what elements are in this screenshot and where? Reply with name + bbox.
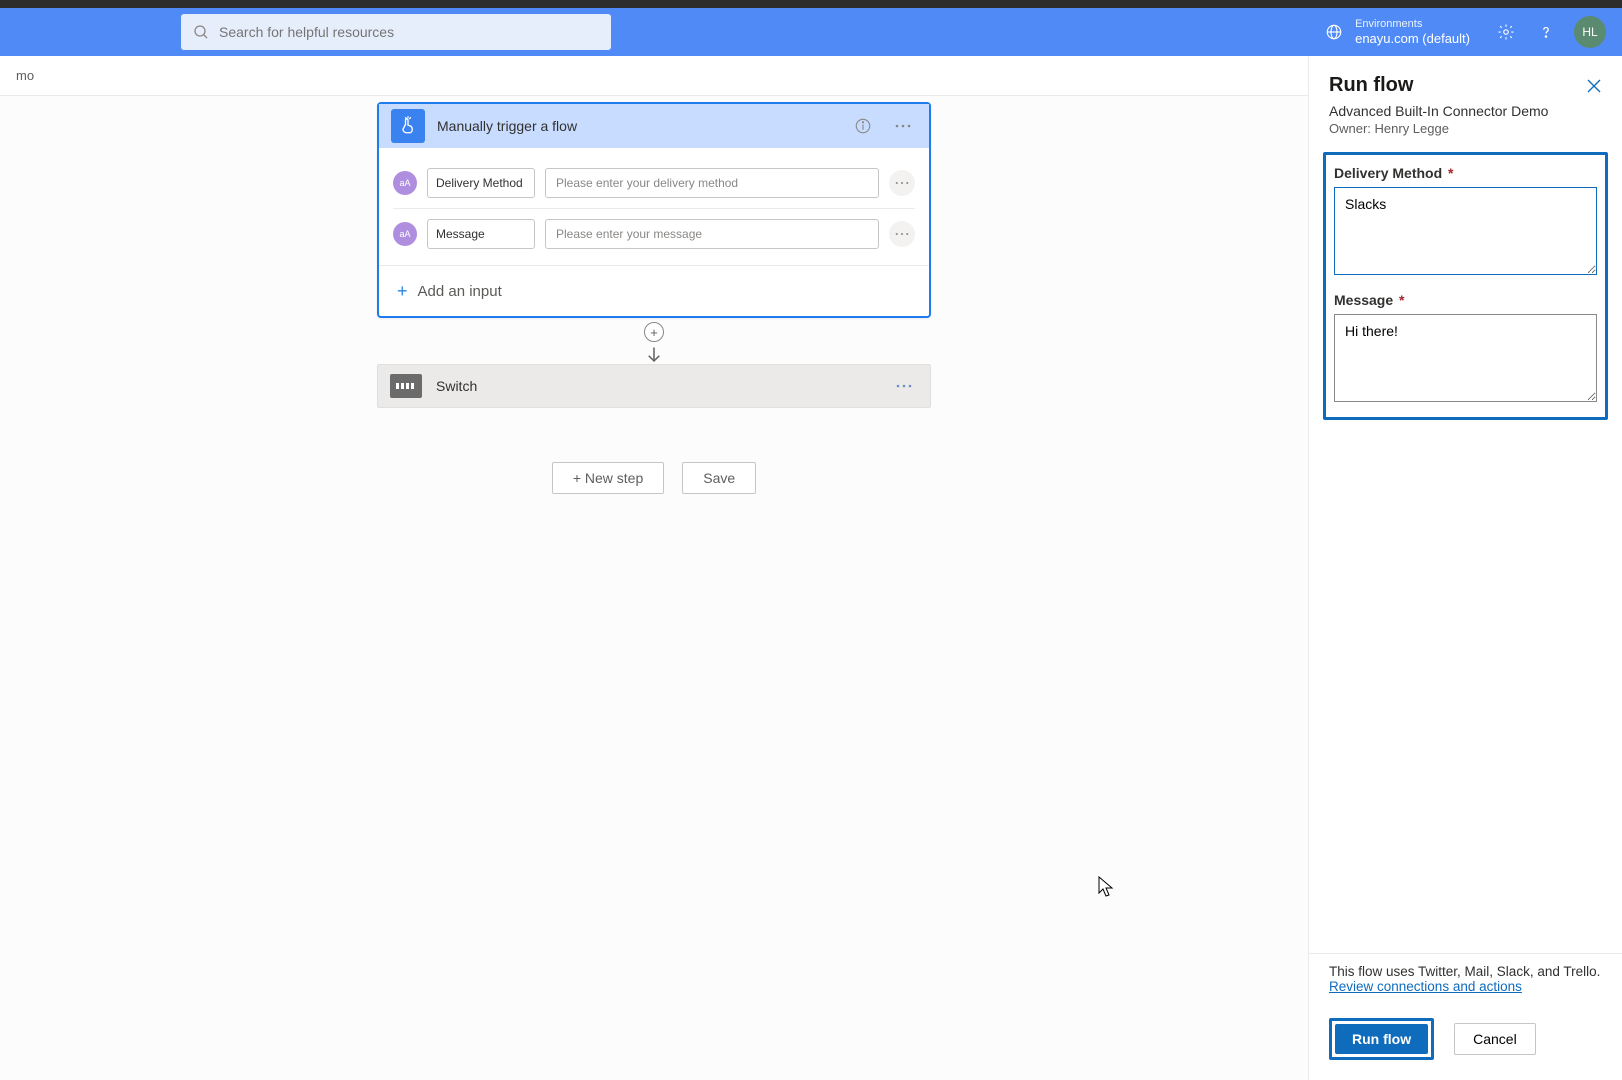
switch-step[interactable]: Switch: [377, 364, 931, 408]
insert-step-button[interactable]: +: [644, 322, 664, 342]
param-value-input[interactable]: Please enter your message: [545, 219, 879, 249]
field-label: Message: [1334, 292, 1393, 308]
ellipsis-icon: [896, 384, 912, 388]
search-icon: [193, 24, 209, 40]
ellipsis-icon: [895, 232, 909, 236]
environment-label: Environments: [1355, 18, 1470, 31]
ellipsis-icon: [895, 181, 909, 185]
breadcrumb-text: mo: [16, 68, 34, 83]
save-button[interactable]: Save: [682, 462, 756, 494]
param-menu-button[interactable]: [889, 170, 915, 196]
run-flow-highlight: Run flow: [1329, 1018, 1434, 1060]
connector: +: [645, 318, 663, 364]
required-mark: *: [1399, 292, 1404, 308]
trigger-icon: [391, 109, 425, 143]
param-value-input[interactable]: Please enter your delivery method: [545, 168, 879, 198]
panel-fields: Delivery Method * Message *: [1323, 152, 1608, 420]
new-step-button[interactable]: + New step: [552, 462, 664, 494]
browser-strip: [0, 0, 1622, 8]
help-button[interactable]: [1526, 12, 1566, 52]
info-icon: [854, 117, 872, 135]
param-name-input[interactable]: Message: [427, 219, 535, 249]
switch-menu-button[interactable]: [890, 372, 918, 400]
app-header: Environments enayu.com (default) HL: [0, 8, 1622, 56]
add-input-button[interactable]: + Add an input: [379, 265, 929, 316]
param-menu-button[interactable]: [889, 221, 915, 247]
manual-trigger-icon: [398, 116, 418, 136]
arrow-down-icon: [645, 346, 663, 364]
settings-button[interactable]: [1486, 12, 1526, 52]
run-flow-panel: Run flow Advanced Built-In Connector Dem…: [1308, 56, 1622, 1080]
environment-picker[interactable]: Environments enayu.com (default): [1325, 18, 1470, 47]
help-icon: [1537, 23, 1555, 41]
trigger-info-button[interactable]: [849, 112, 877, 140]
panel-divider: [1309, 953, 1622, 954]
close-icon: [1587, 79, 1601, 93]
panel-subtitle: Advanced Built-In Connector Demo: [1329, 103, 1602, 119]
panel-close-button[interactable]: [1582, 74, 1606, 98]
plus-icon: +: [397, 282, 408, 300]
globe-icon: [1325, 23, 1343, 41]
flow-canvas: Manually trigger a flow aA Delivery Meth…: [0, 96, 1308, 1080]
switch-icon: [390, 374, 422, 398]
field-message: Message *: [1334, 292, 1597, 405]
message-textarea[interactable]: [1334, 314, 1597, 402]
panel-note-text: This flow uses Twitter, Mail, Slack, and…: [1329, 964, 1600, 979]
cancel-button[interactable]: Cancel: [1454, 1023, 1536, 1055]
param-name-input[interactable]: Delivery Method: [427, 168, 535, 198]
switch-title: Switch: [436, 378, 876, 394]
trigger-card[interactable]: Manually trigger a flow aA Delivery Meth…: [377, 102, 931, 318]
panel-note: This flow uses Twitter, Mail, Slack, and…: [1309, 964, 1622, 994]
required-mark: *: [1448, 165, 1453, 181]
trigger-header[interactable]: Manually trigger a flow: [379, 104, 929, 148]
trigger-menu-button[interactable]: [889, 112, 917, 140]
review-connections-link[interactable]: Review connections and actions: [1329, 979, 1522, 994]
param-row: aA Message Please enter your message: [393, 209, 915, 259]
add-input-label: Add an input: [418, 283, 502, 300]
search-box[interactable]: [181, 14, 611, 50]
param-row: aA Delivery Method Please enter your del…: [393, 158, 915, 209]
avatar[interactable]: HL: [1574, 16, 1606, 48]
environment-name: enayu.com (default): [1355, 31, 1470, 47]
panel-title: Run flow: [1329, 74, 1602, 97]
search-input[interactable]: [219, 24, 599, 40]
trigger-title: Manually trigger a flow: [437, 118, 837, 134]
ellipsis-icon: [895, 124, 911, 128]
gear-icon: [1497, 23, 1515, 41]
delivery-method-textarea[interactable]: [1334, 187, 1597, 275]
param-type-icon: aA: [393, 222, 417, 246]
field-label: Delivery Method: [1334, 165, 1442, 181]
run-flow-button[interactable]: Run flow: [1335, 1024, 1428, 1054]
param-type-icon: aA: [393, 171, 417, 195]
panel-owner: Owner: Henry Legge: [1329, 121, 1602, 136]
field-delivery-method: Delivery Method *: [1334, 165, 1597, 278]
